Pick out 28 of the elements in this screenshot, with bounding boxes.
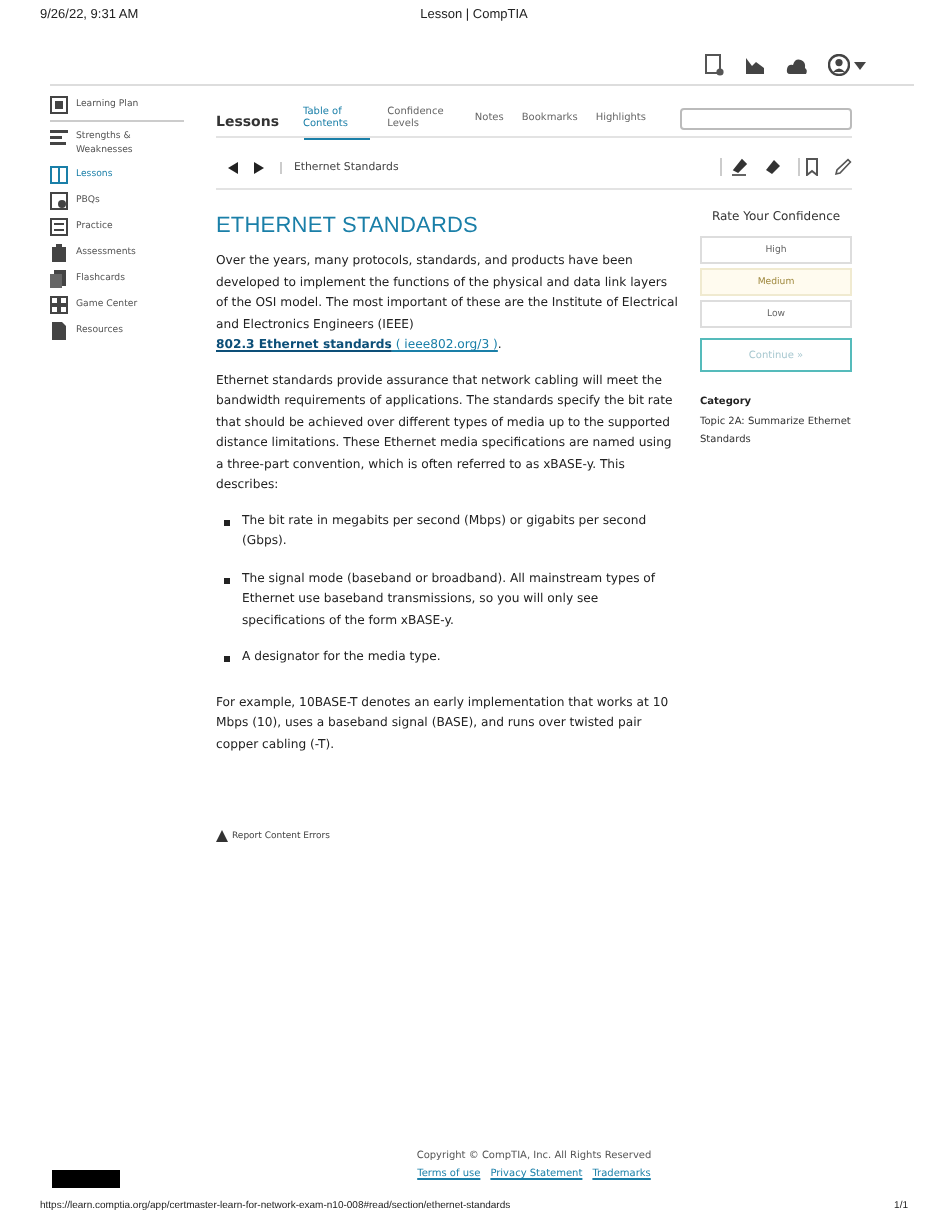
bullet-icon — [224, 577, 230, 583]
bookmark-icon[interactable] — [798, 158, 818, 176]
bullet-icon — [224, 519, 230, 525]
account-menu[interactable] — [828, 54, 866, 76]
cards-icon — [50, 269, 68, 287]
list-icon — [50, 217, 68, 235]
bullet-icon — [224, 656, 230, 662]
article-heading: ETHERNET STANDARDS — [216, 214, 480, 238]
file-icon — [50, 321, 68, 339]
bars-icon — [50, 127, 68, 145]
highlighter-icon[interactable] — [720, 158, 748, 176]
warning-icon — [216, 830, 228, 842]
screen-icon — [50, 191, 68, 209]
cloud-icon[interactable] — [786, 55, 808, 75]
redaction-bar — [52, 1170, 120, 1188]
user-icon[interactable] — [828, 54, 850, 76]
caret-icon[interactable] — [854, 61, 866, 69]
search-field[interactable] — [680, 108, 852, 130]
book-icon — [50, 165, 68, 183]
next-icon[interactable] — [254, 161, 264, 173]
grid-icon — [50, 295, 68, 313]
document-icon[interactable] — [704, 54, 724, 76]
clipboard-icon — [50, 243, 68, 261]
plan-icon — [50, 95, 68, 113]
eraser-icon[interactable] — [764, 158, 782, 176]
previous-icon[interactable] — [228, 161, 238, 173]
pencil-icon[interactable] — [834, 158, 852, 176]
landscape-icon[interactable] — [744, 55, 766, 75]
